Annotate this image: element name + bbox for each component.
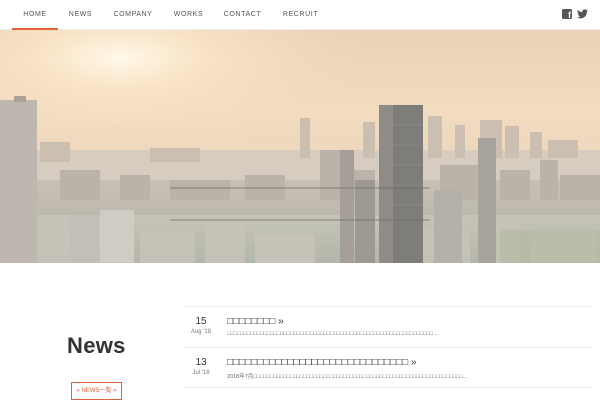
social-links	[562, 9, 588, 20]
news-date: 15 Aug '18	[184, 315, 218, 337]
news-item[interactable]: 13 Jul '18 □□□□□□□□□□□□□□□□□□□□□□□□□□□□□…	[184, 347, 592, 388]
nav-item-contact[interactable]: CONTACT	[214, 0, 271, 30]
news-day: 13	[195, 357, 207, 368]
top-nav: HOME NEWS COMPANY WORKS CONTACT RECRUIT	[0, 0, 600, 30]
nav-item-home[interactable]: HOME	[12, 0, 58, 30]
news-excerpt: 2018年7月□□□□□□□□□□□□□□□□□□□□□□□□□□□□□□□□□…	[227, 374, 468, 380]
news-excerpt: □□□□□□□□□□□□□□□□□□□□□□□□□□□□□□□□□□□□□□□□…	[227, 331, 440, 337]
nav-item-works[interactable]: WORKS	[163, 0, 214, 30]
news-month: Aug '18	[190, 329, 212, 335]
news-list-button[interactable]: » NEWS一覧 »	[71, 382, 122, 400]
nav-item-news[interactable]: NEWS	[58, 0, 103, 30]
facebook-icon[interactable]	[562, 9, 572, 20]
news-item[interactable]: 15 Aug '18 □□□□□□□□ » □□□□□□□□□□□□□□□□□□…	[184, 306, 592, 347]
news-section-title: News	[67, 333, 126, 358]
nav-item-recruit[interactable]: RECRUIT	[271, 0, 330, 30]
news-heading-link[interactable]: □□□□□□□□□□□□□□□□□□□□□□□□□□□□□□ »	[227, 357, 417, 368]
news-day: 15	[195, 316, 207, 327]
city-skyline-image	[0, 30, 600, 263]
news-month: Jul '18	[192, 370, 210, 376]
hero-image	[0, 30, 600, 263]
nav-item-company[interactable]: COMPANY	[103, 0, 163, 30]
news-list: 15 Aug '18 □□□□□□□□ » □□□□□□□□□□□□□□□□□□…	[184, 306, 592, 388]
news-date: 13 Jul '18	[184, 356, 218, 378]
twitter-icon[interactable]	[577, 9, 588, 19]
news-heading-link[interactable]: □□□□□□□□ »	[227, 316, 284, 327]
nav-list: HOME NEWS COMPANY WORKS CONTACT RECRUIT	[12, 0, 330, 30]
